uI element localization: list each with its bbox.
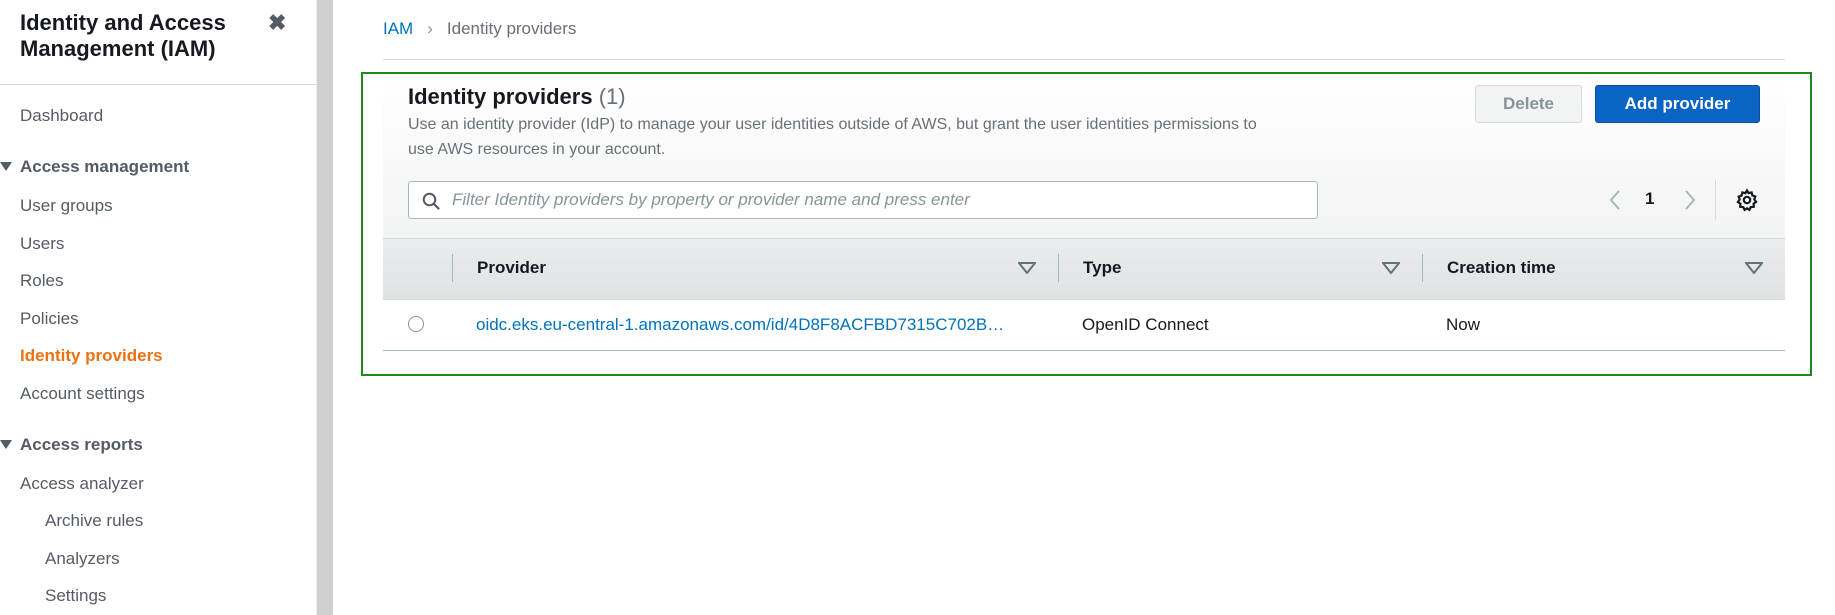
delete-button[interactable]: Delete [1475,85,1582,123]
breadcrumb-divider [383,59,1785,60]
sidebar-divider [0,84,316,85]
provider-link[interactable]: oidc.eks.eu-central-1.amazonaws.com/id/4… [476,315,1004,335]
page-number[interactable]: 1 [1645,189,1654,209]
column-header-creation-time[interactable]: Creation time [1447,258,1556,278]
chevron-left-icon[interactable] [1606,187,1626,213]
column-separator [1058,254,1059,282]
creation-time: Now [1446,315,1481,334]
panel-description: Use an identity provider (IdP) to manage… [408,116,1257,158]
sidebar-item-access-analyzer[interactable]: Access analyzer [20,474,144,494]
provider-type: OpenID Connect [1082,315,1209,334]
sidebar-item-policies[interactable]: Policies [20,309,79,329]
column-header-provider[interactable]: Provider [477,258,546,278]
close-icon[interactable]: ✖ [268,10,286,36]
search-box [408,181,1318,219]
gear-icon[interactable] [1735,188,1759,212]
sidebar-item-users[interactable]: Users [20,234,64,254]
pager-divider [1715,180,1716,220]
sidebar-section-label: Access reports [20,435,143,454]
sort-down-icon[interactable] [1382,262,1400,274]
panel-title-text: Identity providers [408,84,593,109]
sidebar-item-roles[interactable]: Roles [20,271,63,291]
scrollbar-thumb[interactable] [317,0,333,615]
search-icon [422,192,440,210]
chevron-right-icon[interactable] [1679,187,1699,213]
caret-down-icon [0,162,12,171]
breadcrumb: IAM › Identity providers [383,19,576,39]
sidebar-item-analyzers[interactable]: Analyzers [45,549,120,569]
breadcrumb-iam-link[interactable]: IAM [383,19,413,38]
sidebar-title: Identity and Access Management (IAM) [20,10,226,61]
sidebar: Identity and Access Management (IAM) ✖ D… [0,0,316,615]
search-input[interactable] [452,182,1312,218]
column-header-type[interactable]: Type [1083,258,1121,278]
sort-down-icon[interactable] [1745,262,1763,274]
row-radio-button[interactable] [408,316,424,332]
panel-count: (1) [598,84,626,109]
sidebar-item-account-settings[interactable]: Account settings [20,384,145,404]
add-provider-button[interactable]: Add provider [1595,85,1760,123]
breadcrumb-current: Identity providers [446,19,577,38]
page-title: Identity providers (1) [408,84,626,110]
chevron-right-icon: › [427,19,433,38]
sidebar-item-settings[interactable]: Settings [45,586,106,606]
sidebar-section-access-management[interactable]: Access management [0,157,189,177]
sidebar-item-identity-providers[interactable]: Identity providers [20,346,163,366]
sort-down-icon[interactable] [1018,262,1036,274]
sidebar-section-access-reports[interactable]: Access reports [0,435,143,455]
column-separator [1422,254,1423,282]
sidebar-item-archive-rules[interactable]: Archive rules [45,511,143,531]
sidebar-scrollbar[interactable] [316,0,333,615]
column-separator [452,254,453,282]
caret-down-icon [0,440,12,449]
sidebar-section-label: Access management [20,157,190,176]
sidebar-item-dashboard[interactable]: Dashboard [20,106,103,126]
sidebar-item-user-groups[interactable]: User groups [20,196,113,216]
